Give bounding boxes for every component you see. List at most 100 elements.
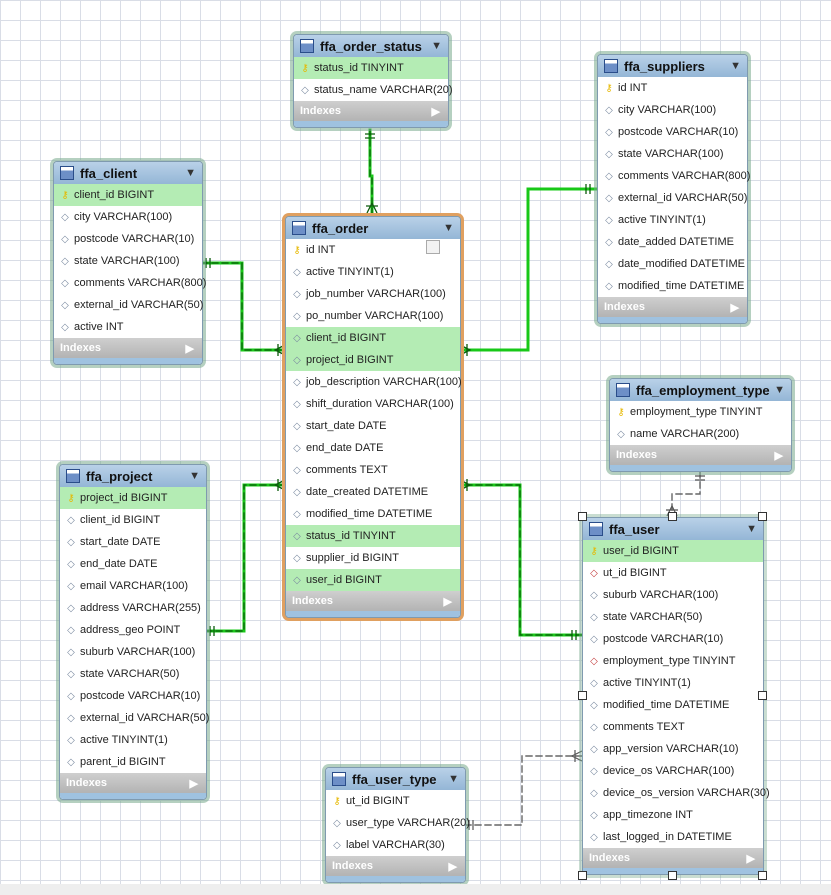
column-row[interactable]: ◇ ut_id BIGINT — [583, 562, 763, 584]
chevron-down-icon[interactable]: ▼ — [185, 167, 196, 179]
column-row[interactable]: ◇ postcode VARCHAR(10) — [598, 121, 747, 143]
column-row[interactable]: ◇ address_geo POINT — [60, 619, 206, 641]
column-row[interactable]: ◇ active TINYINT(1) — [598, 209, 747, 231]
column-row[interactable]: ◇ start_date DATE — [286, 415, 460, 437]
column-row[interactable]: ◇ last_logged_in DATETIME — [583, 826, 763, 848]
indexes-bar[interactable]: Indexes ▶ — [294, 101, 448, 121]
table-ffa-order[interactable]: ffa_order ▼ ⚷ id INT ◇ active TINYINT(1) ◇ job… — [285, 216, 462, 618]
column-row[interactable]: ◇ job_description VARCHAR(100) — [286, 371, 462, 393]
table-ffa-user-type[interactable]: ffa_user_type ▼ ⚷ ut_id BIGINT ◇ user_type V… — [325, 767, 470, 883]
column-row[interactable]: ◇ user_type VARCHAR(20) — [326, 812, 470, 834]
indexes-bar[interactable]: Indexes ▶ — [326, 856, 465, 876]
column-row[interactable]: ◇ shift_duration VARCHAR(100) — [286, 393, 460, 415]
column-row[interactable]: ◇ city VARCHAR(100) — [54, 206, 202, 228]
table-header[interactable]: ffa_order ▼ — [286, 217, 460, 239]
column-row[interactable]: ◇ postcode VARCHAR(10) — [60, 685, 206, 707]
column-row[interactable]: ◇ status_name VARCHAR(20) — [294, 79, 452, 101]
chevron-down-icon[interactable]: ▼ — [746, 523, 757, 535]
column-row[interactable]: ◇ end_date DATE — [286, 437, 460, 459]
table-ffa-user[interactable]: ffa_user ▼ ⚷ user_id BIGINT ◇ ut_id BIGINT ◇ s… — [582, 517, 770, 875]
column-row[interactable]: ◇ suburb VARCHAR(100) — [583, 584, 763, 606]
table-header[interactable]: ffa_client ▼ — [54, 162, 202, 184]
resize-handle[interactable] — [668, 512, 677, 521]
column-row[interactable]: ◇ modified_time DATETIME — [598, 275, 747, 297]
column-row[interactable]: ◇ parent_id BIGINT — [60, 751, 206, 773]
column-row[interactable]: ⚷ client_id BIGINT — [54, 184, 202, 206]
table-header[interactable]: ffa_employment_type ▼ — [610, 379, 791, 401]
column-row[interactable]: ◇ external_id VARCHAR(50) — [54, 294, 203, 316]
column-row[interactable]: ◇ comments VARCHAR(800) — [598, 165, 750, 187]
table-ffa-project[interactable]: ffa_project ▼ ⚷ project_id BIGINT ◇ client_i… — [59, 464, 209, 800]
column-row[interactable]: ◇ client_id BIGINT — [60, 509, 206, 531]
column-row[interactable]: ◇ date_added DATETIME — [598, 231, 747, 253]
column-row[interactable]: ◇ project_id BIGINT — [286, 349, 460, 371]
indexes-bar[interactable]: Indexes ▶ — [583, 848, 763, 868]
indexes-bar[interactable]: Indexes ▶ — [286, 591, 460, 611]
table-ffa-suppliers[interactable]: ffa_suppliers ▼ ⚷ id INT ◇ city VARCHAR(100)… — [597, 54, 750, 324]
column-row[interactable]: ◇ active INT — [54, 316, 202, 338]
column-row[interactable]: ⚷ employment_type TINYINT — [610, 401, 791, 423]
indexes-bar[interactable]: Indexes ▶ — [54, 338, 202, 358]
column-row[interactable]: ◇ postcode VARCHAR(10) — [54, 228, 202, 250]
table-header[interactable]: ffa_suppliers ▼ — [598, 55, 747, 77]
chevron-down-icon[interactable]: ▼ — [774, 384, 785, 396]
table-header[interactable]: ffa_user ▼ — [583, 518, 763, 540]
column-row[interactable]: ◇ state VARCHAR(50) — [60, 663, 206, 685]
column-row[interactable]: ◇ modified_time DATETIME — [583, 694, 763, 716]
column-row[interactable]: ◇ device_os VARCHAR(100) — [583, 760, 763, 782]
chevron-down-icon[interactable]: ▼ — [730, 60, 741, 72]
chevron-down-icon[interactable]: ▼ — [443, 222, 454, 234]
indexes-bar[interactable]: Indexes ▶ — [610, 445, 791, 465]
column-row[interactable]: ◇ comments VARCHAR(800) — [54, 272, 206, 294]
column-row[interactable]: ⚷ project_id BIGINT — [60, 487, 206, 509]
table-header[interactable]: ffa_user_type ▼ — [326, 768, 465, 790]
column-row[interactable]: ◇ user_id BIGINT — [286, 569, 460, 591]
column-row[interactable]: ◇ name VARCHAR(200) — [610, 423, 791, 445]
column-row[interactable]: ◇ external_id VARCHAR(50) — [598, 187, 747, 209]
column-row[interactable]: ◇ app_timezone INT — [583, 804, 763, 826]
column-row[interactable]: ◇ state VARCHAR(50) — [583, 606, 763, 628]
column-row[interactable]: ⚷ user_id BIGINT — [583, 540, 763, 562]
column-row[interactable]: ◇ date_created DATETIME — [286, 481, 460, 503]
column-row[interactable]: ◇ postcode VARCHAR(10) — [583, 628, 763, 650]
column-row[interactable]: ◇ active TINYINT(1) — [583, 672, 763, 694]
table-header[interactable]: ffa_project ▼ — [60, 465, 206, 487]
chevron-down-icon[interactable]: ▼ — [189, 470, 200, 482]
resize-handle[interactable] — [758, 512, 767, 521]
chevron-down-icon[interactable]: ▼ — [431, 40, 442, 52]
column-row[interactable]: ◇ address VARCHAR(255) — [60, 597, 206, 619]
column-row[interactable]: ◇ external_id VARCHAR(50) — [60, 707, 209, 729]
column-row[interactable]: ◇ modified_time DATETIME — [286, 503, 460, 525]
column-row[interactable]: ◇ city VARCHAR(100) — [598, 99, 747, 121]
chevron-down-icon[interactable]: ▼ — [448, 773, 459, 785]
column-row[interactable]: ◇ device_os_version VARCHAR(30) — [583, 782, 770, 804]
indexes-bar[interactable]: Indexes ▶ — [598, 297, 747, 317]
resize-handle[interactable] — [758, 691, 767, 700]
resize-handle[interactable] — [758, 871, 767, 880]
column-row[interactable]: ◇ employment_type TINYINT — [583, 650, 763, 672]
resize-handle[interactable] — [578, 691, 587, 700]
column-row[interactable]: ◇ date_modified DATETIME — [598, 253, 747, 275]
column-row[interactable]: ◇ start_date DATE — [60, 531, 206, 553]
indexes-bar[interactable]: Indexes ▶ — [60, 773, 206, 793]
column-row[interactable]: ◇ comments TEXT — [583, 716, 763, 738]
resize-handle[interactable] — [578, 512, 587, 521]
table-ffa-client[interactable]: ffa_client ▼ ⚷ client_id BIGINT ◇ city VARCH… — [53, 161, 206, 365]
table-ffa-order-status[interactable]: ffa_order_status ▼ ⚷ status_id TINYINT ◇ sta… — [293, 34, 453, 128]
table-ffa-employment-type[interactable]: ffa_employment_type ▼ ⚷ employment_type TI… — [609, 378, 792, 472]
table-header[interactable]: ffa_order_status ▼ — [294, 35, 448, 57]
column-row[interactable]: ◇ suburb VARCHAR(100) — [60, 641, 206, 663]
column-row[interactable]: ◇ end_date DATE — [60, 553, 206, 575]
column-row[interactable]: ◇ supplier_id BIGINT — [286, 547, 460, 569]
column-row[interactable]: ◇ label VARCHAR(30) — [326, 834, 465, 856]
column-row[interactable]: ◇ active TINYINT(1) — [286, 261, 460, 283]
column-row[interactable]: ◇ state VARCHAR(100) — [54, 250, 202, 272]
column-row[interactable]: ⚷ ut_id BIGINT — [326, 790, 465, 812]
column-row[interactable]: ◇ app_version VARCHAR(10) — [583, 738, 763, 760]
column-row[interactable]: ◇ client_id BIGINT — [286, 327, 460, 349]
column-row[interactable]: ⚷ id INT — [598, 77, 747, 99]
column-row[interactable]: ◇ status_id TINYINT — [286, 525, 460, 547]
column-row[interactable]: ◇ active TINYINT(1) — [60, 729, 206, 751]
column-row[interactable]: ⚷ status_id TINYINT — [294, 57, 448, 79]
resize-handle[interactable] — [578, 871, 587, 880]
